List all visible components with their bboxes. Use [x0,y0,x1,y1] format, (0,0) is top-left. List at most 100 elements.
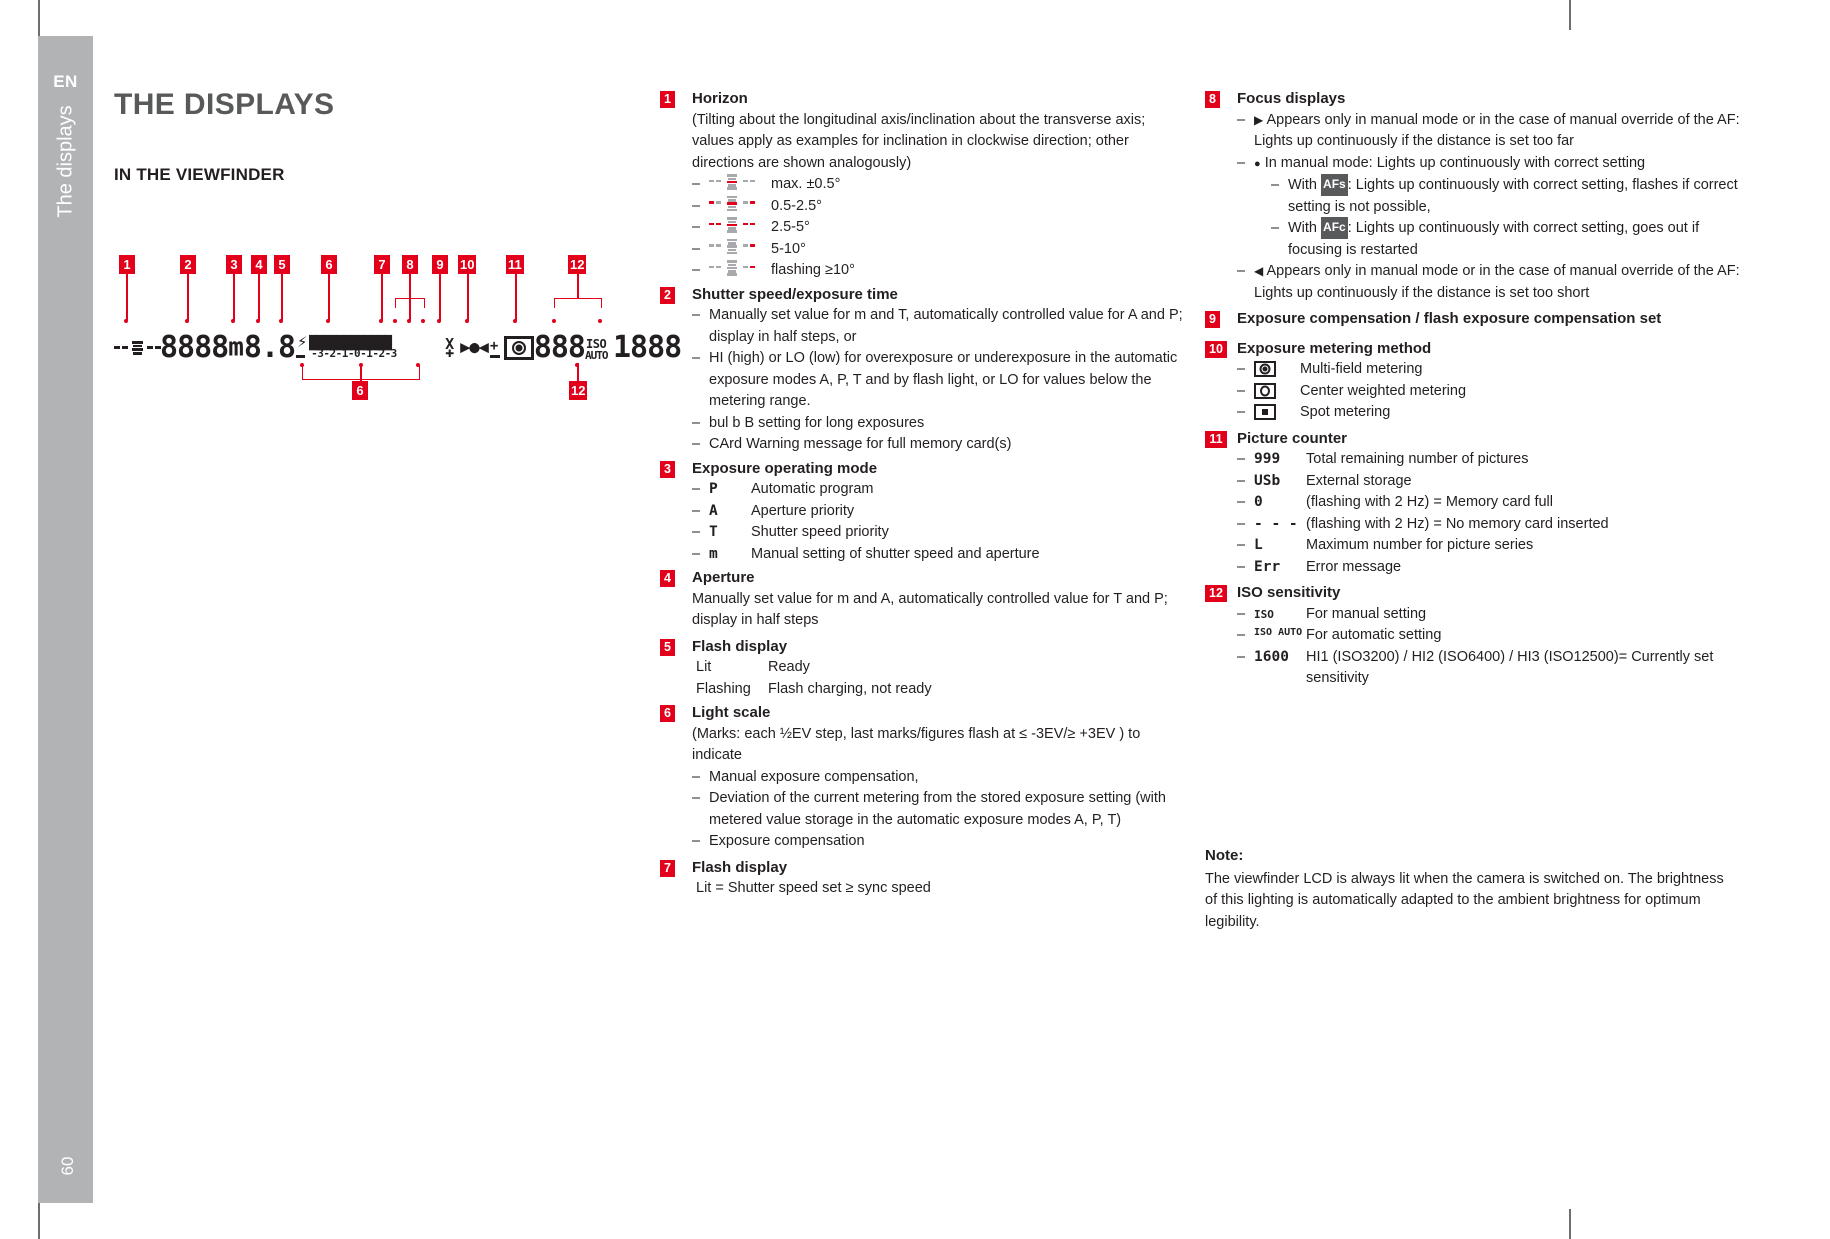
lcd-sync-x-icon: X ✚ [445,334,455,361]
entry-number-7: 7 [660,859,675,877]
leader-9 [439,274,441,321]
leader-dot-2 [185,319,189,323]
entry-number-9: 9 [1205,311,1220,328]
leader-1 [126,274,128,321]
metering-multi-field-icon [1254,359,1300,381]
callout-2: 2 [180,255,196,274]
list-item: – m Manual setting of shutter speed and ap… [692,544,1190,566]
metering-center-weighted-icon [1254,381,1300,403]
list-text: Deviation of the current metering from t… [709,790,1166,828]
bracket-8-mid [409,298,411,321]
list-text: Exposure compensation [709,833,865,849]
entry-title-9: Exposure compensation / flash exposure c… [1237,310,1662,327]
callout-11: 11 [506,255,524,274]
entry-title-8: Focus displays [1237,90,1346,107]
entry-title-11: Picture counter [1237,429,1348,447]
list-item: – 2.5-5° [692,217,1190,239]
list-text: Total remaining number of pictures [1306,451,1529,467]
list-text: bul b B setting for long exposures [709,414,925,431]
callout-3: 3 [226,255,242,274]
entry-6-light-scale: 6 Light scale (Marks: each ½EV step, las… [660,702,1190,853]
leader-2 [187,274,189,321]
iso-value-symbol: 1600 [1254,648,1289,665]
sub-list-item: – With AFs: Lights up continuously with c… [1271,174,1750,218]
callout-8: 8 [402,255,418,274]
column-left: 1 Horizon (Tilting about the longitudina… [660,88,1190,900]
list-item: – HI (high) or LO (low) for overexposure … [692,348,1190,413]
horizon-level-0-icon [709,174,755,190]
lcd-exposure-comp-icon: + [488,333,504,363]
entry-8-focus-displays: 8 Focus displays – ▶ Appears only in manu… [1205,88,1750,304]
list-item: – P Automatic program [692,479,1190,501]
entry-number-11: 11 [1205,430,1227,448]
counter-symbol: 999 [1254,451,1281,467]
list-item: – L Maximum number for picture series [1237,535,1750,557]
list-item: – flashing ≥10° [692,260,1190,282]
entry-3-exposure-mode: 3 Exposure operating mode – P Automatic pr… [660,458,1190,566]
leader-dot-5 [279,319,283,323]
leader-dot-9 [437,319,441,323]
list-text: Automatic program [751,481,874,497]
bracket-12 [554,298,602,308]
leader-dot-4 [256,319,260,323]
entry-10-metering-method: 10 Exposure metering method – Multi-fiel… [1205,338,1750,424]
flash-meaning: Flash charging, not ready [768,680,932,697]
entry-title-4: Aperture [692,569,755,586]
entry-title-2: Shutter speed/exposure time [692,285,898,303]
list-text: For manual setting [1306,605,1427,622]
list-item: – 5-10° [692,238,1190,261]
af-c-badge: AFc [1321,217,1348,239]
callout-4: 4 [251,255,267,274]
entry-title-12: ISO sensitivity [1237,584,1341,601]
entry-11-picture-counter: 11 Picture counter –999 Total remaining n… [1205,428,1750,579]
callout-6: 6 [321,255,337,274]
entry-number-12: 12 [1205,585,1227,602]
horizon-level-4-icon [709,260,755,276]
list-text: Appears only in manual mode or in the ca… [1254,111,1740,150]
list-text: Manually set value for m and T, automati… [709,307,1183,345]
list-text: Aperture priority [751,502,855,519]
leader-12 [577,274,579,298]
with-prefix: With [1288,177,1322,193]
entry-1-horizon: 1 Horizon (Tilting about the longitudina… [660,88,1190,282]
note-text: The viewfinder LCD is always lit when th… [1205,870,1724,930]
leader-dot-7 [379,319,383,323]
entry-number-8: 8 [1205,91,1220,108]
entry-title-1: Horizon [692,90,748,107]
lcd-horizon-icon [114,337,161,359]
entry-2-shutter-speed: 2 Shutter speed/exposure time – Manually … [660,284,1190,456]
mode-symbol: T [709,524,718,540]
flash-row: Flashing Flash charging, not ready [696,679,1190,701]
leader-4 [258,274,260,321]
crop-mark-bottom-left [38,1203,40,1239]
list-text: For automatic setting [1306,627,1442,643]
horizon-level-3-icon [709,238,755,254]
entry-title-10: Exposure metering method [1237,339,1432,357]
list-item: – Exposure compensation [692,831,1190,853]
focus-right-arrow-icon: ▶ [1254,112,1264,127]
counter-symbol: USb [1254,472,1281,489]
list-text: 5-10° [771,240,806,257]
leader-dot-8c [421,319,425,323]
crop-mark-top-right [1569,0,1571,30]
entry-9-exposure-compensation: 9 Exposure compensation / flash exposure… [1205,308,1750,330]
counter-symbol: - - - [1254,515,1298,532]
crop-mark-top-left [38,0,40,36]
viewfinder-lcd-diagram: 1 2 3 4 5 6 7 8 9 10 11 12 8888m8.8 ⚡ ██… [114,255,682,435]
lower-callout-6: 6 [352,381,368,400]
lcd-scale-ticks: -3-2-1-0-1-2-3 [311,346,397,360]
list-item: – Multi-field metering [1237,359,1750,381]
lower-callout-12: 12 [569,381,588,400]
page-number: 60 [58,1156,77,1176]
leader-dot-8b [407,319,411,323]
list-text: Manual exposure compensation, [709,768,919,785]
callout-12: 12 [568,255,587,274]
list-text: flashing ≥10° [771,262,855,278]
list-text: Manual setting of shutter speed and aper… [751,545,1040,562]
manual-page: EN The displays 60 THE DISPLAYS IN THE V… [0,0,1830,1239]
entry-12-iso-sensitivity: 12 ISO sensitivity – ISO For manual settin… [1205,582,1750,690]
lower-leader-12 [577,363,579,383]
entry-intro-1: (Tilting about the longitudinal axis/inc… [692,111,1146,171]
flash-row: Lit Ready [696,657,1190,679]
horizon-level-2-icon [709,217,755,233]
